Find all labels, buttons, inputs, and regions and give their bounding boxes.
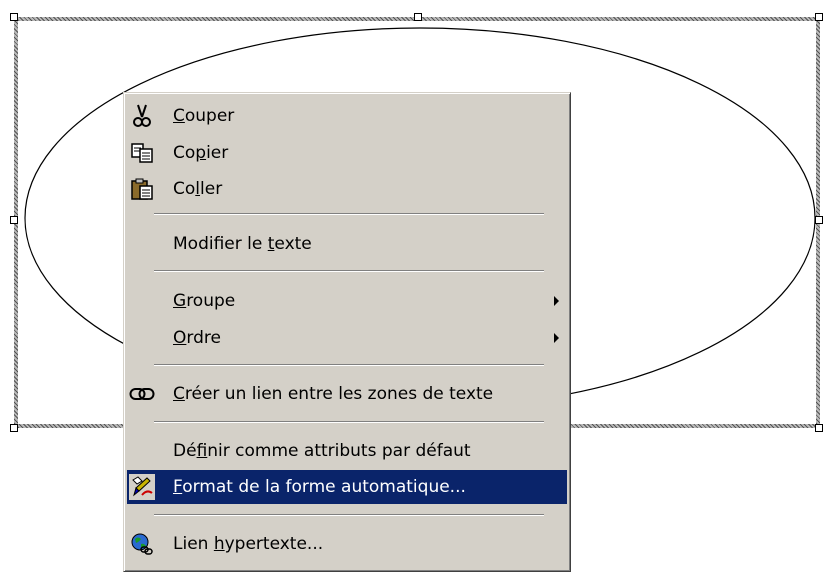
scissors-icon	[129, 103, 155, 129]
menu-item-modifier-le-texte[interactable]: Modifier le texte	[127, 227, 567, 261]
menu-item-ordre[interactable]: Ordre	[127, 321, 567, 355]
format-shape-icon	[129, 474, 155, 500]
menu-item-couper[interactable]: Couper	[127, 99, 567, 133]
menu-separator	[154, 364, 544, 366]
menu-separator	[154, 421, 544, 423]
menu-item-copier[interactable]: Copier	[127, 136, 567, 170]
menu-item-label: Modifier le texte	[173, 234, 312, 254]
resize-handle-right[interactable]	[815, 216, 823, 224]
menu-item-format-forme[interactable]: Format de la forme automatique...	[127, 470, 567, 504]
menu-item-label: Ordre	[173, 328, 221, 348]
resize-handle-top[interactable]	[414, 13, 422, 21]
context-menu: Couper Copier Coller Modifier le texte G…	[123, 92, 571, 572]
menu-item-lien-hypertexte[interactable]: Lien hypertexte...	[127, 527, 567, 561]
menu-item-label: Créer un lien entre les zones de texte	[173, 384, 494, 404]
menu-item-label: Copier	[173, 143, 229, 163]
menu-item-label: Format de la forme automatique...	[173, 477, 466, 497]
resize-handle-bottom-right[interactable]	[815, 424, 823, 432]
menu-item-definir-attributs[interactable]: Définir comme attributs par défaut	[127, 434, 567, 468]
resize-handle-left[interactable]	[10, 216, 18, 224]
resize-handle-bottom-left[interactable]	[10, 424, 18, 432]
chain-link-icon	[129, 381, 155, 407]
submenu-arrow-icon	[554, 333, 559, 343]
submenu-arrow-icon	[554, 296, 559, 306]
copy-icon	[129, 140, 155, 166]
menu-separator	[154, 514, 544, 516]
menu-item-creer-lien[interactable]: Créer un lien entre les zones de texte	[127, 377, 567, 411]
menu-item-label: Lien hypertexte...	[173, 534, 324, 554]
menu-separator	[154, 213, 544, 215]
menu-item-label: Définir comme attributs par défaut	[173, 441, 471, 461]
resize-handle-top-left[interactable]	[10, 13, 18, 21]
menu-item-groupe[interactable]: Groupe	[127, 284, 567, 318]
menu-item-label: Coller	[173, 179, 223, 199]
paste-icon	[129, 176, 155, 202]
hyperlink-globe-icon	[129, 531, 155, 557]
menu-item-label: Groupe	[173, 291, 236, 311]
menu-separator	[154, 270, 544, 272]
menu-item-coller[interactable]: Coller	[127, 172, 567, 206]
resize-handle-top-right[interactable]	[815, 13, 823, 21]
menu-item-label: Couper	[173, 106, 235, 126]
